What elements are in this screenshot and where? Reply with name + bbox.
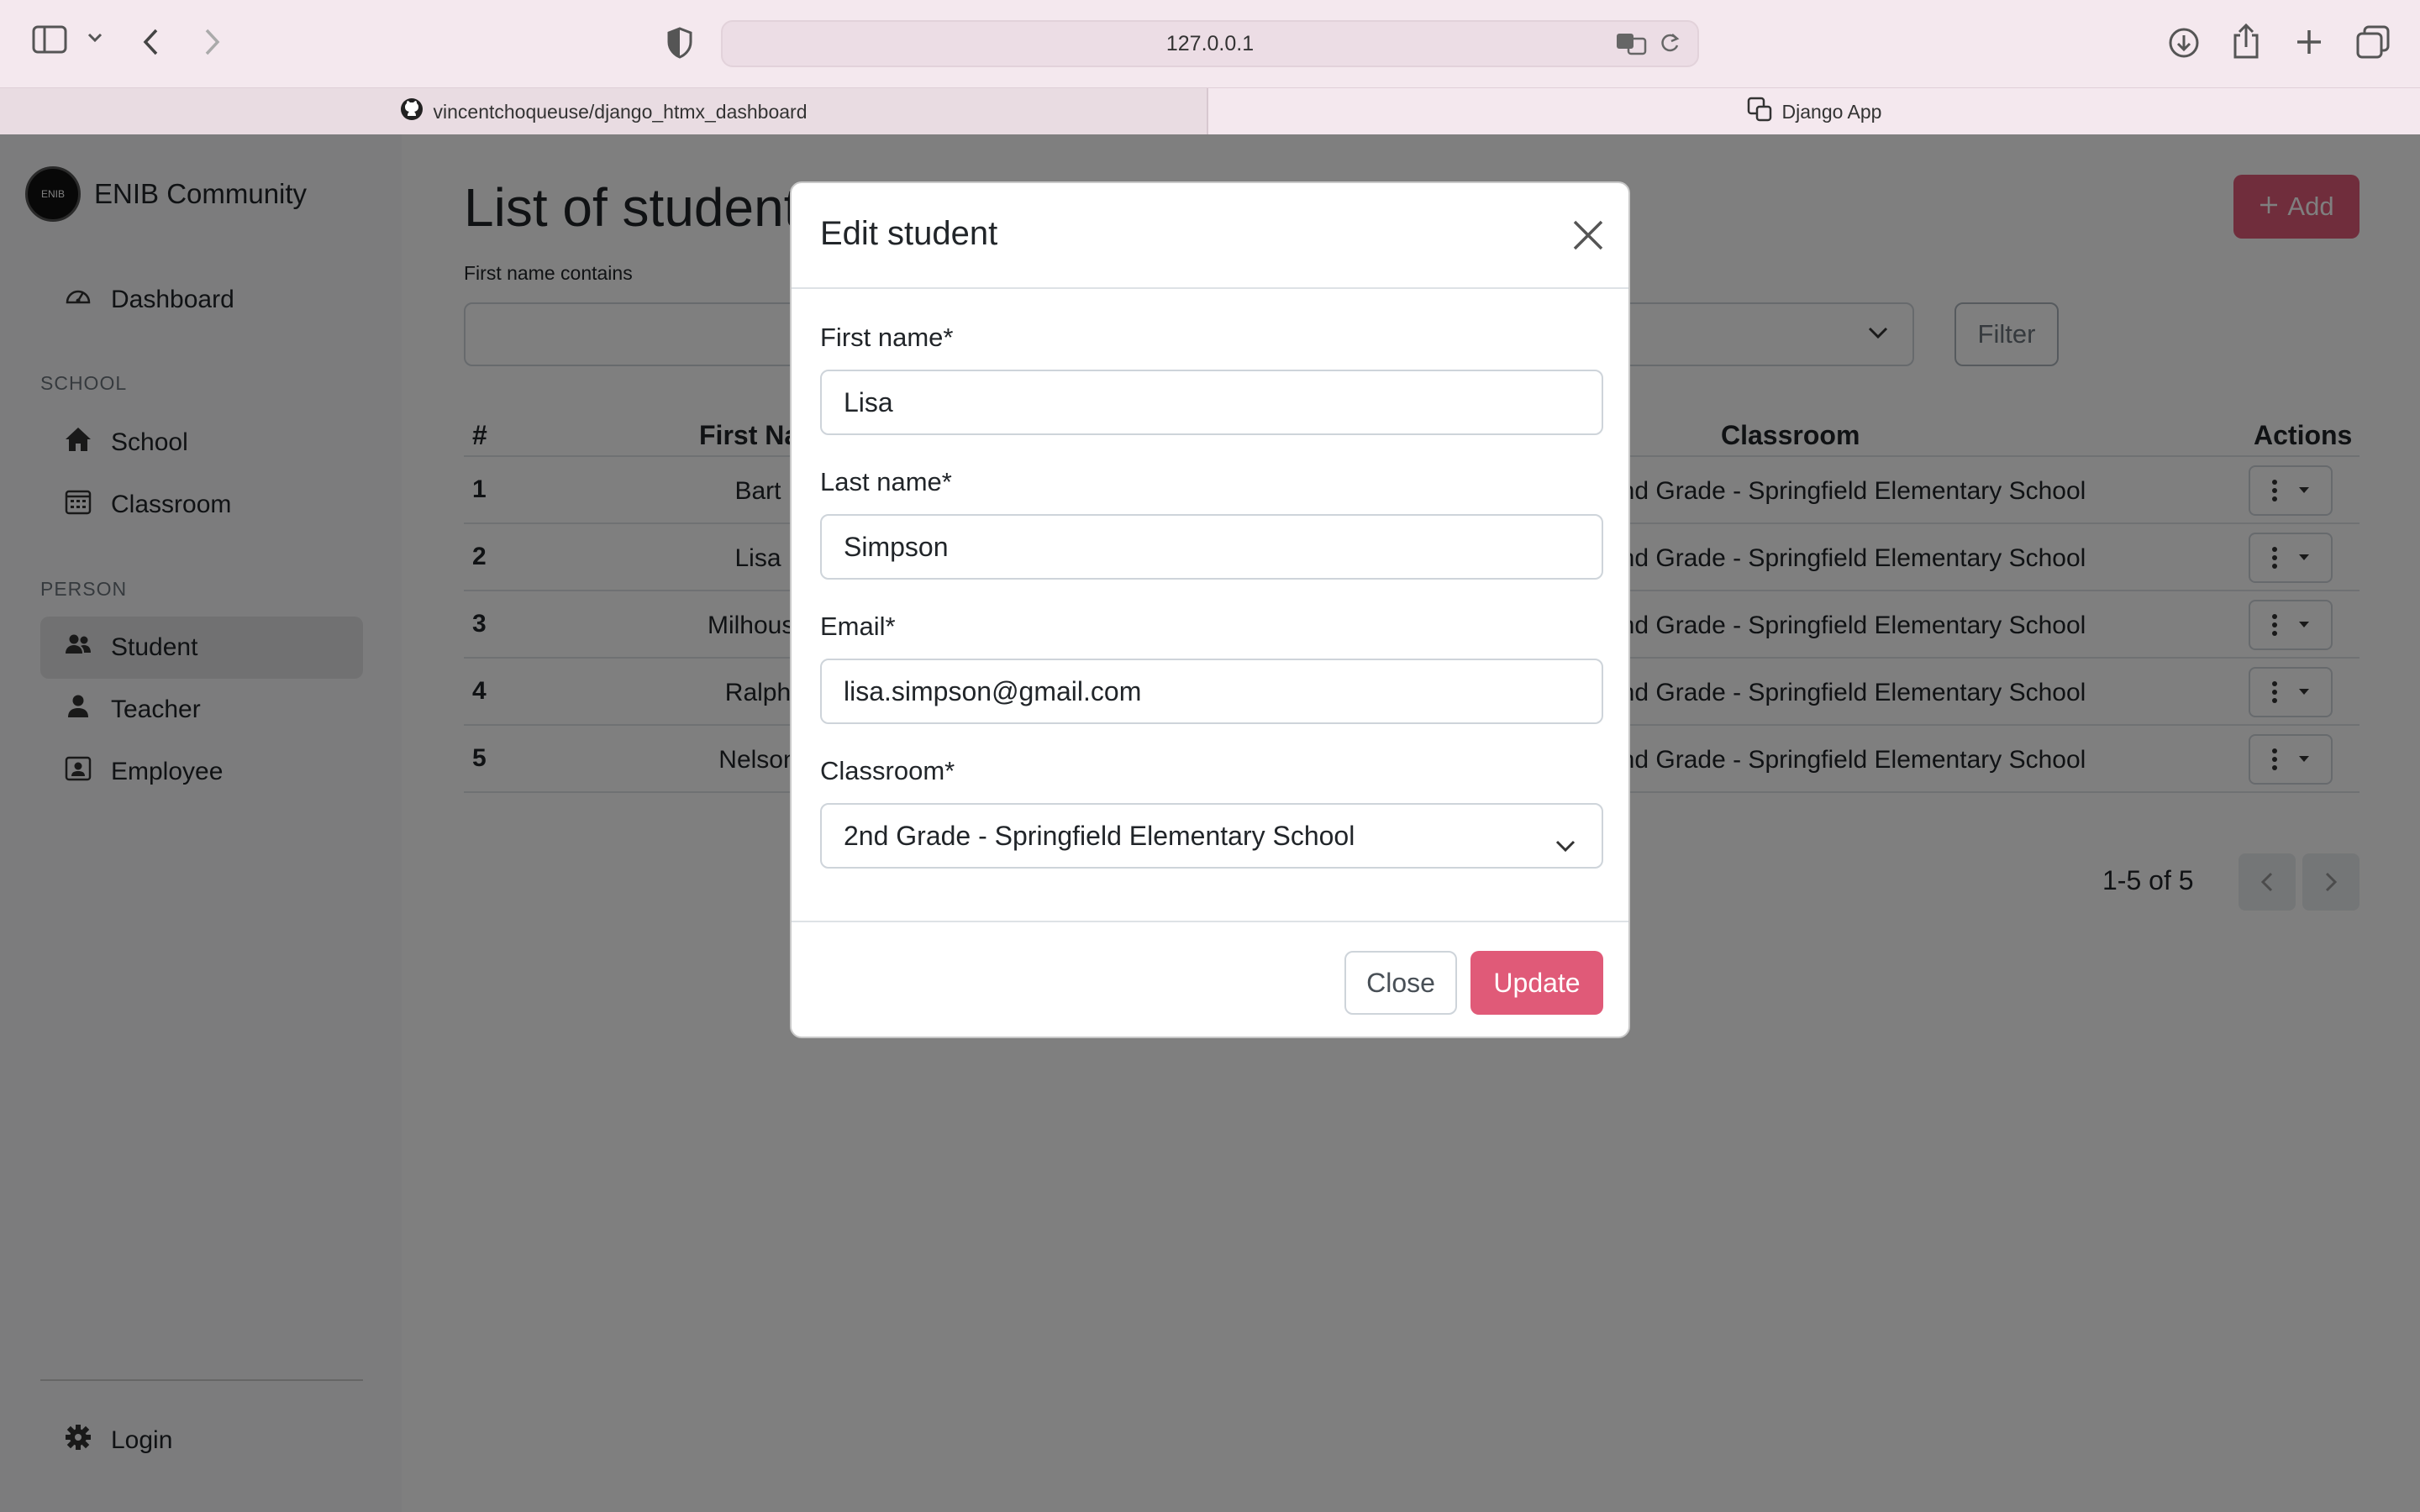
browser-toolbar: 127.0.0.1 bbox=[0, 0, 2420, 87]
tab-label: Django App bbox=[1781, 100, 1882, 123]
tab-bar: vincentchoqueuse/django_htmx_dashboard D… bbox=[0, 87, 2420, 135]
modal-title: Edit student bbox=[820, 215, 998, 252]
email-value: lisa.simpson@gmail.com bbox=[844, 675, 1142, 706]
first-name-field[interactable]: Lisa bbox=[820, 370, 1603, 435]
sidebar-toggle-icon[interactable] bbox=[32, 25, 67, 55]
update-button[interactable]: Update bbox=[1470, 951, 1603, 1015]
classroom-select[interactable]: 2nd Grade - Springfield Elementary Schoo… bbox=[820, 803, 1603, 869]
edit-student-modal: Edit student First name* Lisa Last name*… bbox=[790, 181, 1630, 1038]
email-label: Email* bbox=[820, 612, 896, 641]
first-name-value: Lisa bbox=[844, 386, 893, 417]
first-name-label: First name* bbox=[820, 323, 954, 352]
shield-icon[interactable] bbox=[667, 27, 692, 59]
url-text: 127.0.0.1 bbox=[1165, 31, 1255, 55]
github-icon bbox=[400, 97, 424, 126]
modal-header: Edit student bbox=[792, 183, 1628, 289]
tab-github[interactable]: vincentchoqueuse/django_htmx_dashboard bbox=[0, 88, 1208, 135]
app-icon bbox=[1747, 97, 1772, 127]
last-name-field[interactable]: Simpson bbox=[820, 514, 1603, 580]
translate-icon[interactable] bbox=[1615, 32, 1647, 61]
email-field[interactable]: lisa.simpson@gmail.com bbox=[820, 659, 1603, 724]
back-icon[interactable] bbox=[141, 27, 161, 57]
download-icon[interactable] bbox=[2168, 27, 2200, 59]
share-icon[interactable] bbox=[2232, 24, 2260, 59]
classroom-label: Classroom* bbox=[820, 756, 955, 785]
reload-icon[interactable] bbox=[1659, 32, 1681, 61]
address-bar[interactable]: 127.0.0.1 bbox=[721, 20, 1699, 67]
last-name-value: Simpson bbox=[844, 531, 949, 562]
forward-icon[interactable] bbox=[202, 27, 222, 57]
new-tab-icon[interactable] bbox=[2294, 27, 2324, 57]
chevron-down-icon bbox=[1555, 828, 1576, 859]
chevron-down-icon[interactable] bbox=[87, 32, 103, 44]
last-name-label: Last name* bbox=[820, 467, 952, 496]
close-button[interactable]: Close bbox=[1344, 951, 1457, 1015]
modal-footer-divider bbox=[792, 921, 1628, 922]
tab-label: vincentchoqueuse/django_htmx_dashboard bbox=[433, 100, 808, 123]
classroom-value: 2nd Grade - Springfield Elementary Schoo… bbox=[844, 820, 1355, 851]
close-icon[interactable] bbox=[1570, 217, 1607, 254]
tab-django-app[interactable]: Django App bbox=[1208, 88, 2420, 135]
tab-overview-icon[interactable] bbox=[2356, 25, 2390, 59]
